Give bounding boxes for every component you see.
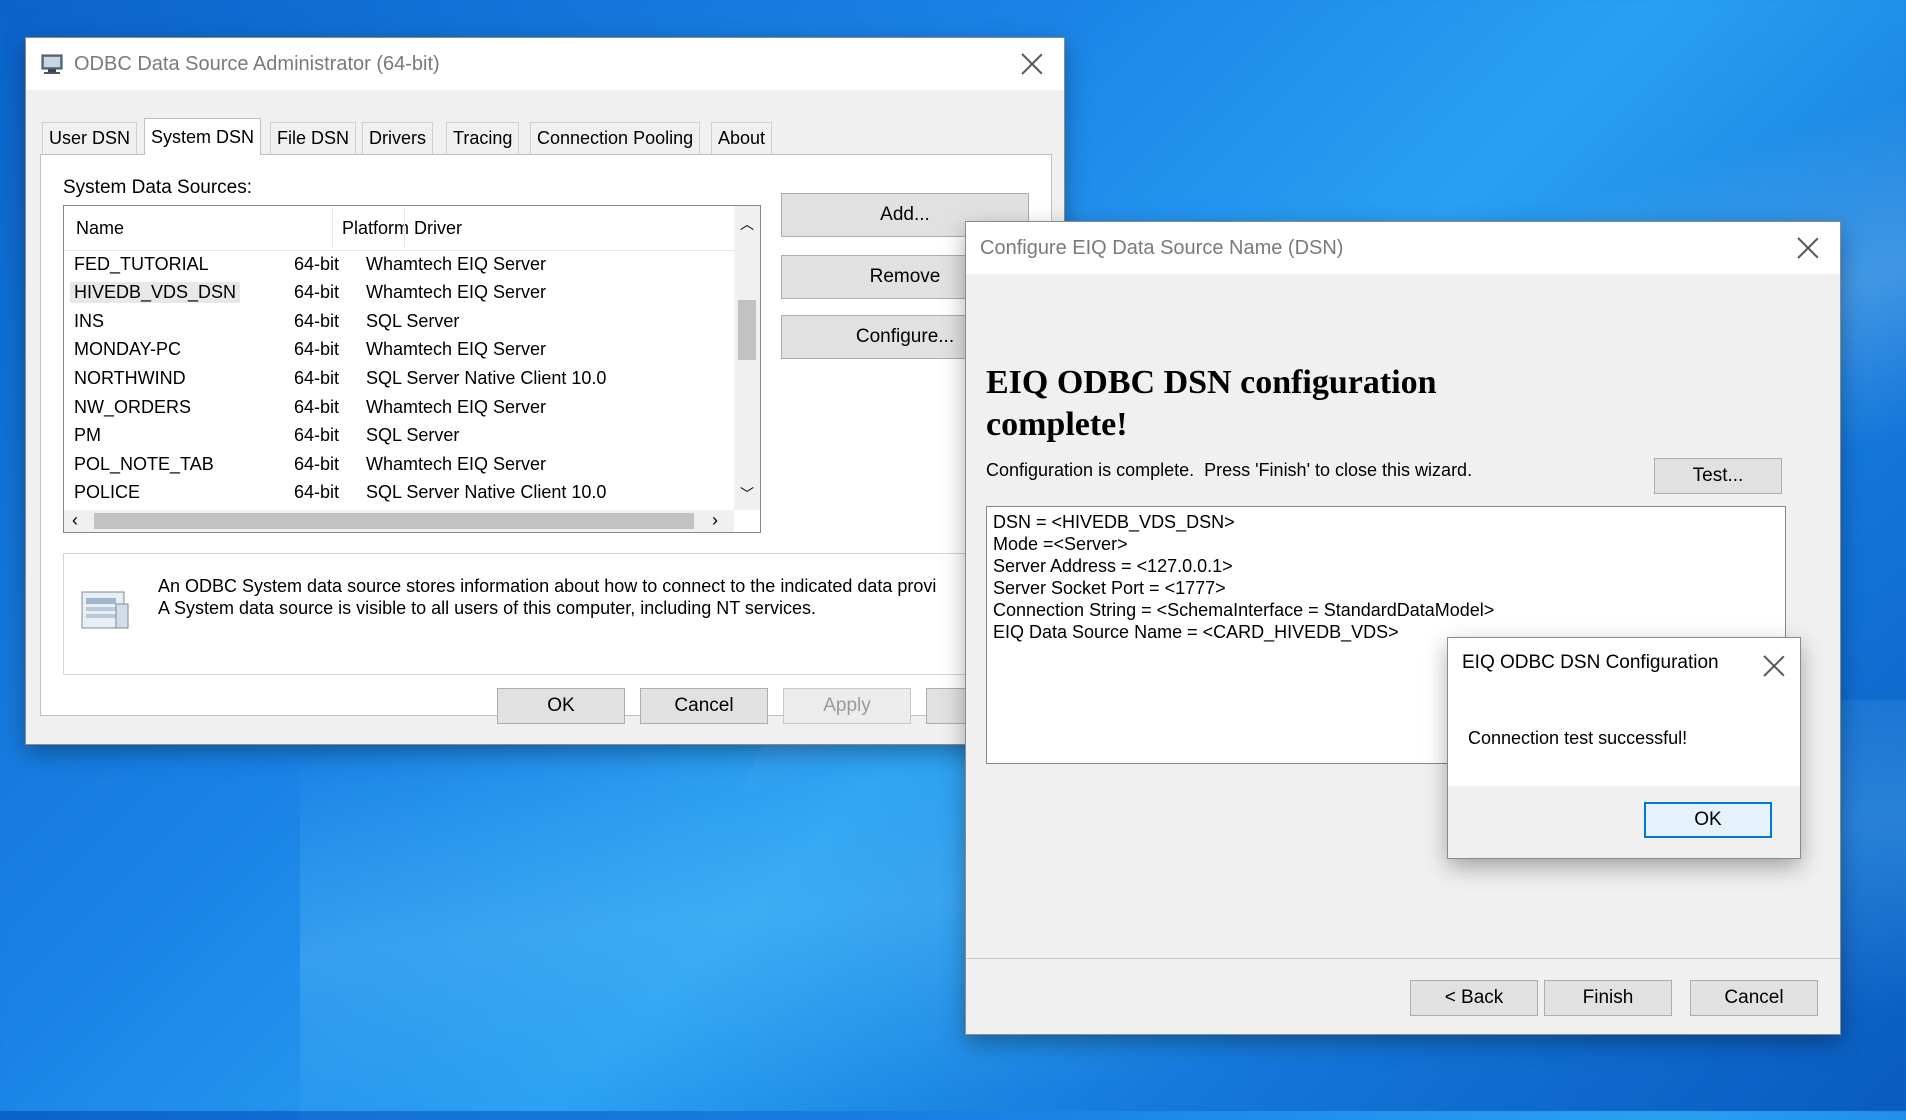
table-row[interactable]: HIVEDB_VDS_DSN 64-bit Whamtech EIQ Server — [64, 281, 734, 305]
table-row[interactable]: NW_ORDERS 64-bit Whamtech EIQ Server — [64, 395, 734, 419]
tab-drivers[interactable]: Drivers — [362, 122, 433, 154]
table-row[interactable]: MONDAY-PC 64-bit Whamtech EIQ Server — [64, 338, 734, 362]
cell-name: POL_NOTE_TAB — [74, 453, 214, 474]
tab-connection-pooling[interactable]: Connection Pooling — [530, 122, 701, 154]
cell-platform: 64-bit — [294, 282, 340, 303]
vertical-scrollbar[interactable]: ︿ ﹀ — [734, 206, 760, 510]
heading-line2: complete! — [986, 406, 1128, 443]
cell-name: MONDAY-PC — [74, 339, 182, 360]
cell-platform: 64-bit — [294, 453, 340, 474]
info-text-line1: An ODBC System data source stores inform… — [158, 576, 937, 596]
wizard-titlebar: Configure EIQ Data Source Name (DSN) — [966, 222, 1840, 274]
scroll-left-icon[interactable]: ‹ — [72, 510, 78, 531]
cell-platform: 64-bit — [294, 396, 340, 417]
tab-panel: System Data Sources: Name Platform Drive… — [40, 154, 1052, 716]
tab-about[interactable]: About — [711, 122, 773, 154]
cell-name: HIVEDB_VDS_DSN — [70, 282, 241, 304]
cell-name: INS — [74, 310, 105, 331]
list-rows: FED_TUTORIAL 64-bit Whamtech EIQ Server HIV… — [64, 250, 734, 510]
cell-driver: SQL Server Native Client 10.0 — [366, 482, 607, 503]
table-row[interactable]: FED_TUTORIAL 64-bit Whamtech EIQ Server — [64, 252, 734, 276]
cell-driver: Whamtech EIQ Server — [366, 339, 547, 360]
finish-button[interactable]: Finish — [1544, 980, 1672, 1016]
tab-tracing[interactable]: Tracing — [446, 122, 520, 154]
scroll-down-icon[interactable]: ﹀ — [740, 484, 754, 504]
cell-name: POLICE — [74, 482, 141, 503]
table-row[interactable]: PM 64-bit SQL Server — [64, 424, 734, 448]
table-row[interactable]: POL_NOTE_TAB 64-bit Whamtech EIQ Server — [64, 452, 734, 476]
column-divider — [332, 208, 333, 248]
window-title: Configure EIQ Data Source Name (DSN) — [980, 236, 1344, 259]
summary-line: Mode =<Server> — [993, 534, 1128, 554]
tab-user-dsn[interactable]: User DSN — [42, 122, 138, 154]
close-icon[interactable] — [1760, 652, 1782, 674]
message-box: EIQ ODBC DSN Configuration Connection te… — [1448, 638, 1800, 858]
ok-button[interactable]: OK — [1644, 802, 1772, 838]
tab-system-dsn[interactable]: System DSN — [144, 118, 262, 155]
cancel-button[interactable]: Cancel — [640, 688, 768, 724]
cell-name: NW_ORDERS — [74, 396, 192, 417]
cell-driver: SQL Server Native Client 10.0 — [366, 367, 607, 388]
test-button[interactable]: Test... — [1654, 458, 1782, 494]
table-row[interactable]: NORTHWIND 64-bit SQL Server Native Client … — [64, 366, 734, 390]
table-row[interactable]: POLICE 64-bit SQL Server Native Client 10.… — [64, 481, 734, 505]
scroll-right-icon[interactable]: › — [712, 510, 718, 531]
data-source-icon — [81, 591, 129, 629]
config-wizard-window: Configure EIQ Data Source Name (DSN) EIQ… — [966, 222, 1840, 1034]
cell-platform: 64-bit — [294, 482, 340, 503]
cell-name: PM — [74, 425, 101, 446]
scroll-thumb[interactable] — [738, 300, 756, 360]
cell-platform: 64-bit — [294, 310, 340, 331]
column-header-driver[interactable]: Driver — [414, 218, 462, 239]
data-sources-list[interactable]: Name Platform Driver FED_TUTORIAL 64-bit W… — [63, 205, 761, 533]
cell-driver: Whamtech EIQ Server — [366, 453, 547, 474]
cancel-button[interactable]: Cancel — [1690, 980, 1818, 1016]
cell-driver: Whamtech EIQ Server — [366, 396, 547, 417]
summary-line: Server Address = <127.0.0.1> — [993, 556, 1233, 576]
horizontal-scrollbar[interactable]: ‹ › — [64, 510, 734, 532]
column-header-name[interactable]: Name — [76, 218, 124, 239]
message-box-title: EIQ ODBC DSN Configuration — [1462, 652, 1719, 673]
message-text: Connection test successful! — [1468, 728, 1688, 748]
cell-driver: SQL Server — [366, 310, 460, 331]
cell-platform: 64-bit — [294, 339, 340, 360]
summary-line: Server Socket Port = <1777> — [993, 578, 1226, 598]
info-box: An ODBC System data source stores inform… — [63, 553, 1025, 675]
odbc-app-icon — [41, 54, 63, 74]
summary-line: EIQ Data Source Name = <CARD_HIVEDB_VDS> — [993, 622, 1399, 642]
wizard-heading: EIQ ODBC DSN configuration complete! — [986, 362, 1437, 446]
cell-platform: 64-bit — [294, 425, 340, 446]
back-button[interactable]: < Back — [1410, 980, 1538, 1016]
cell-driver: SQL Server — [366, 425, 460, 446]
close-icon[interactable] — [1018, 50, 1046, 78]
list-header: Name Platform Driver — [64, 206, 734, 251]
column-header-platform[interactable]: Platform — [342, 218, 409, 239]
cell-platform: 64-bit — [294, 367, 340, 388]
table-row[interactable]: INS 64-bit SQL Server — [64, 309, 734, 333]
scroll-up-icon[interactable]: ︿ — [740, 214, 754, 234]
wizard-footer-divider — [966, 958, 1840, 959]
window-title: ODBC Data Source Administrator (64-bit) — [74, 52, 440, 75]
section-label: System Data Sources: — [63, 177, 253, 198]
column-divider — [404, 208, 405, 248]
summary-line: Connection String = <SchemaInterface = S… — [993, 600, 1495, 620]
cell-driver: Whamtech EIQ Server — [366, 253, 547, 274]
odbc-admin-titlebar: ODBC Data Source Administrator (64-bit) — [26, 38, 1064, 90]
cell-name: NORTHWIND — [74, 367, 186, 388]
scroll-thumb[interactable] — [94, 513, 694, 529]
ok-button[interactable]: OK — [497, 688, 625, 724]
heading-line1: EIQ ODBC DSN configuration — [986, 364, 1437, 401]
info-text-line2: A System data source is visible to all u… — [158, 598, 816, 618]
tab-file-dsn[interactable]: File DSN — [270, 122, 357, 154]
close-icon[interactable] — [1794, 234, 1822, 262]
cell-driver: Whamtech EIQ Server — [366, 282, 547, 303]
odbc-admin-window: ODBC Data Source Administrator (64-bit) … — [26, 38, 1064, 744]
summary-line: DSN = <HIVEDB_VDS_DSN> — [993, 512, 1235, 532]
apply-button[interactable]: Apply — [783, 688, 911, 724]
cell-name: FED_TUTORIAL — [74, 253, 209, 274]
wizard-message: Configuration is complete. Press 'Finish… — [986, 460, 1473, 480]
cell-platform: 64-bit — [294, 253, 340, 274]
